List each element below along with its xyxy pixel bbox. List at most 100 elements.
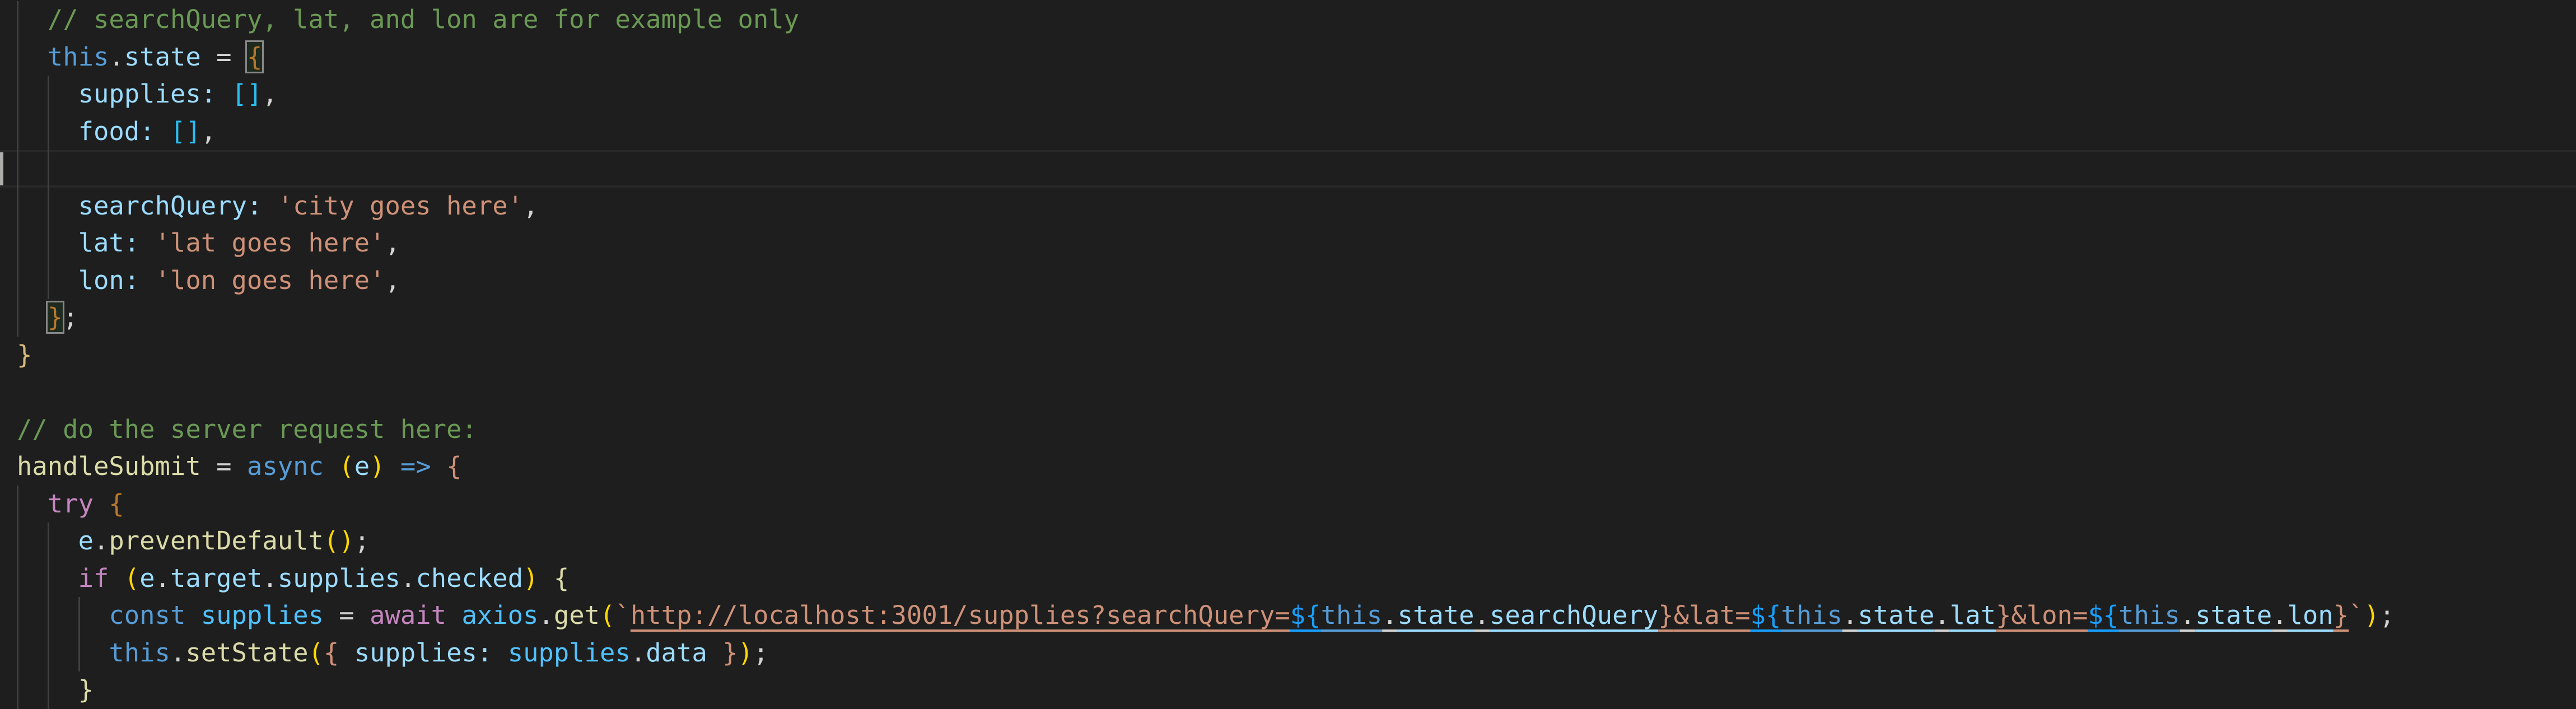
code-line[interactable]: // do the server request here: <box>0 411 2576 449</box>
code-token: lon <box>78 265 124 295</box>
code-line[interactable]: this.setState({ supplies: supplies.data … <box>0 634 2576 671</box>
code-line[interactable]: lon: 'lon goes here', <box>0 262 2576 299</box>
text-cursor <box>0 152 3 185</box>
code-line[interactable]: } <box>0 337 2576 374</box>
code-token: : <box>124 265 155 295</box>
code-token: this <box>47 41 109 72</box>
code-token: e <box>139 563 155 593</box>
code-line[interactable]: lat: 'lat goes here', <box>0 225 2576 262</box>
indent-guide <box>78 597 80 635</box>
code-line[interactable] <box>0 150 2576 188</box>
code-token: lon <box>2287 600 2334 630</box>
code-token: ( <box>124 563 140 593</box>
indent-guide <box>17 150 18 188</box>
code-token: , <box>262 79 278 109</box>
code-line[interactable]: e.preventDefault(); <box>0 523 2576 560</box>
code-token: { <box>446 451 462 481</box>
code-line[interactable]: supplies: [], <box>0 76 2576 113</box>
code-token: [] <box>231 79 263 109</box>
code-token: target <box>170 563 263 593</box>
code-token: supplies <box>354 637 477 668</box>
code-token: this <box>1320 600 1383 630</box>
code-line[interactable]: }; <box>0 299 2576 337</box>
code-token: } <box>1658 600 1674 630</box>
code-token: . <box>262 563 278 593</box>
code-token: e <box>78 526 94 556</box>
code-line[interactable]: } <box>0 671 2576 709</box>
code-token: { <box>323 637 339 668</box>
code-token: ( <box>308 637 324 668</box>
code-line[interactable]: if (e.target.supplies.checked) { <box>0 559 2576 597</box>
code-line[interactable]: food: [], <box>0 113 2576 150</box>
code-token: await <box>370 600 447 630</box>
code-token: } <box>1995 600 2012 630</box>
code-editor[interactable]: // searchQuery, lat, and lon are for exa… <box>0 1 2576 709</box>
code-token: searchQuery <box>78 190 247 221</box>
code-token: searchQuery <box>1489 600 1659 630</box>
code-token: . <box>630 637 646 668</box>
code-line[interactable]: try { <box>0 485 2576 523</box>
code-token: { <box>109 488 124 519</box>
code-token: const <box>109 600 186 630</box>
code-token: ${ <box>1290 600 1321 630</box>
indent-guide <box>17 187 18 225</box>
code-line[interactable] <box>0 374 2576 411</box>
code-line[interactable]: // searchQuery, lat, and lon are for exa… <box>0 1 2576 39</box>
code-line[interactable]: const supplies = await axios.get(`http:/… <box>0 597 2576 635</box>
code-line[interactable]: this.state = { <box>0 38 2576 76</box>
code-token: &lon= <box>2011 600 2088 630</box>
code-token: supplies <box>78 79 201 109</box>
code-token: supplies <box>277 563 400 593</box>
code-token: preventDefault <box>109 526 324 556</box>
code-token: . <box>1842 600 1858 630</box>
code-token: e <box>354 451 370 481</box>
code-token: = <box>200 41 247 72</box>
indent-guide <box>17 76 18 113</box>
code-token: 'lon goes here' <box>155 265 385 295</box>
code-token: : <box>200 79 232 109</box>
code-token: ) <box>738 637 754 668</box>
code-token: } <box>45 301 65 334</box>
code-token: state <box>2195 600 2272 630</box>
code-token: ; <box>2379 600 2395 630</box>
code-token: state <box>1858 600 1935 630</box>
code-token: : <box>246 190 278 221</box>
code-token: } <box>2333 600 2349 630</box>
code-token: . <box>400 563 416 593</box>
indent-guide <box>78 634 80 671</box>
indent-guide <box>48 262 49 299</box>
code-token: ; <box>354 526 370 556</box>
code-token: } <box>17 339 32 370</box>
indent-guide <box>48 671 49 709</box>
code-token: 'city goes here' <box>277 190 523 221</box>
code-line[interactable]: handleSubmit = async (e) => { <box>0 448 2576 486</box>
code-token: ( <box>600 600 615 630</box>
code-token: [] <box>170 116 201 146</box>
code-token: ) <box>370 451 385 481</box>
code-token: supplies <box>507 637 631 668</box>
indent-guide <box>17 1 18 39</box>
indent-guide <box>17 671 18 709</box>
code-token: } <box>722 637 738 668</box>
code-token: . <box>170 637 186 668</box>
indent-guide <box>48 225 49 262</box>
code-token: ${ <box>1750 600 1781 630</box>
code-line[interactable]: searchQuery: 'city goes here', <box>0 187 2576 225</box>
code-token: . <box>538 600 554 630</box>
code-token: ; <box>63 302 78 332</box>
code-token: . <box>2180 600 2196 630</box>
code-token: . <box>155 563 170 593</box>
code-token: supplies <box>200 600 324 630</box>
code-token: lat <box>1949 600 1996 630</box>
